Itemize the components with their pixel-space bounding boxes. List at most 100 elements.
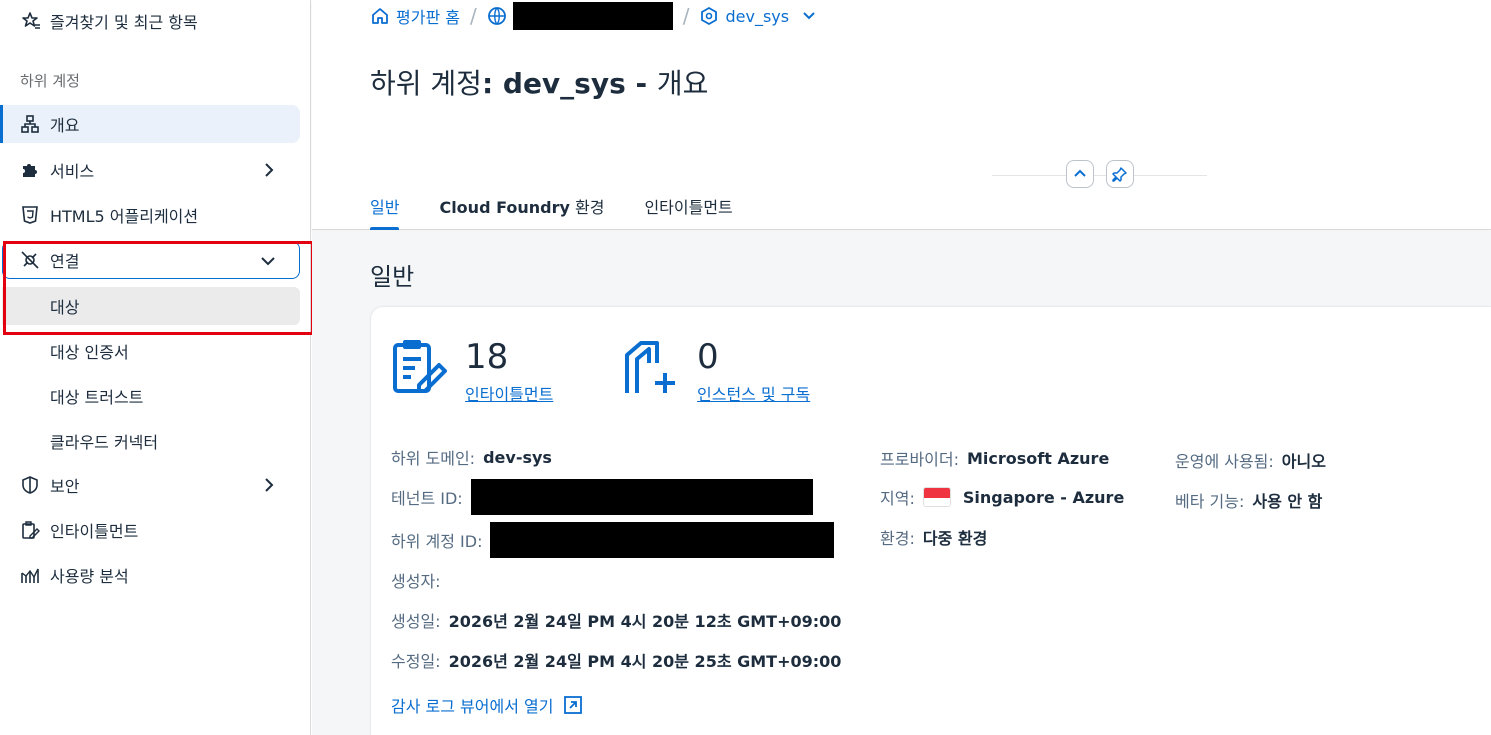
field-label: 지역:: [880, 489, 915, 508]
puzzle-icon: [20, 160, 40, 180]
tab-cf-bold: Cloud Foundry: [439, 198, 570, 217]
chevron-right-icon: [265, 163, 274, 177]
tab-bar: 일반 Cloud Foundry 환경 인타이틀먼트: [370, 190, 773, 230]
field-label: 수정일:: [391, 652, 441, 671]
sidebar-item-entitlements[interactable]: 인타이틀먼트: [0, 511, 300, 549]
breadcrumb-subaccount[interactable]: dev_sys: [725, 7, 789, 26]
pin-header-button[interactable]: [1106, 160, 1134, 188]
entitlement-clipboard-icon: [393, 340, 447, 393]
kpi-instances: 0 인스턴스 및 구독: [621, 337, 810, 405]
sidebar-item-usage-analytics[interactable]: 사용량 분석: [0, 556, 300, 594]
general-card: 18 인타이틀먼트 0 인스턴스 및 구독 하위 도메인: dev-sys 테넌…: [371, 307, 1491, 735]
field-provider: 프로바이더: Microsoft Azure: [880, 446, 1109, 470]
field-tenant-id: 테넌트 ID:: [391, 479, 813, 515]
field-subdomain: 하위 도메인: dev-sys: [391, 445, 552, 469]
field-label: 생성자:: [391, 572, 441, 591]
subaccount-icon: [699, 6, 719, 26]
field-label: 환경:: [880, 529, 915, 548]
header-divider: [992, 175, 1207, 176]
sidebar-item-label: 보안: [50, 477, 80, 496]
sidebar: 즐겨찾기 및 최근 항목 하위 계정 개요 서비스 HTML5 어플리케이션 연…: [0, 0, 311, 735]
chevron-down-icon: [261, 257, 275, 266]
kpi-instances-link[interactable]: 인스턴스 및 구독: [697, 381, 810, 405]
chevron-up-icon: [1074, 169, 1086, 177]
audit-log-link[interactable]: 감사 로그 뷰어에서 열기: [391, 693, 583, 717]
field-label: 운영에 사용됨:: [1175, 452, 1274, 471]
field-modified: 수정일: 2026년 2월 24일 PM 4시 20분 25초 GMT+09:0…: [391, 648, 841, 672]
sidebar-subitem-destination-trust[interactable]: 대상 트러스트: [0, 377, 300, 415]
sidebar-item-html5[interactable]: HTML5 어플리케이션: [0, 196, 300, 234]
connection-icon: [20, 250, 40, 270]
shield-icon: [20, 475, 40, 495]
field-value: dev-sys: [483, 447, 552, 467]
sidebar-subitem-destinations[interactable]: 대상: [2, 287, 300, 325]
sidebar-item-connectivity[interactable]: 연결: [2, 241, 300, 279]
field-value: 2026년 2월 24일 PM 4시 20분 25초 GMT+09:00: [448, 652, 842, 671]
sidebar-item-label: 서비스: [50, 162, 95, 181]
html5-icon: [20, 205, 40, 225]
field-environment: 환경: 다중 환경: [880, 525, 987, 549]
page-title-prefix: 하위 계정: [370, 67, 482, 100]
pin-icon: [1112, 167, 1127, 182]
section-title: 일반: [370, 263, 415, 291]
sidebar-item-label: 인타이틀먼트: [50, 522, 139, 541]
favorites-and-recent[interactable]: 즐겨찾기 및 최근 항목: [20, 8, 198, 34]
star-list-icon: [20, 10, 42, 32]
main-content: 일반 18 인타이틀먼트 0 인스턴스 및 구독 하위 도메인: dev-sys…: [312, 231, 1491, 735]
field-created: 생성일: 2026년 2월 24일 PM 4시 20분 12초 GMT+09:0…: [391, 608, 841, 632]
sidebar-item-services[interactable]: 서비스: [0, 151, 300, 189]
kpi-entitlements-link[interactable]: 인타이틀먼트: [465, 381, 553, 405]
field-value: 아니오: [1281, 452, 1326, 471]
analytics-icon: [20, 565, 40, 585]
home-icon: [370, 6, 390, 26]
kpi-instances-value: 0: [697, 337, 719, 377]
sidebar-item-security[interactable]: 보안: [0, 466, 300, 504]
hierarchy-icon: [20, 114, 40, 134]
page-title-name: : dev_sys -: [481, 67, 657, 100]
collapse-header-button[interactable]: [1066, 160, 1094, 188]
redacted-tenant-id: [470, 479, 813, 515]
open-external-icon: [564, 696, 583, 714]
sidebar-section-label: 하위 계정: [20, 72, 80, 90]
field-label: 베타 기능:: [1175, 492, 1245, 511]
sidebar-subitem-cloud-connectors[interactable]: 클라우드 커넥터: [0, 422, 300, 460]
field-label: 테넌트 ID:: [391, 489, 463, 508]
page-header: 평가판 홈 / / dev_sys 하위 계정: dev_sys - 개요 일반…: [312, 0, 1491, 230]
field-value: Microsoft Azure: [967, 448, 1110, 468]
breadcrumb-home[interactable]: 평가판 홈: [396, 4, 460, 28]
field-beta: 베타 기능: 사용 안 함: [1175, 488, 1322, 512]
sidebar-subitem-destination-certificates[interactable]: 대상 인증서: [0, 332, 300, 370]
field-value: Singapore - Azure: [962, 487, 1125, 507]
breadcrumb-separator: /: [469, 4, 477, 28]
instances-add-icon: [625, 341, 675, 393]
redacted-subaccount-id: [490, 522, 835, 558]
breadcrumb: 평가판 홈 / / dev_sys: [370, 2, 817, 30]
singapore-flag-icon: [922, 487, 951, 507]
sidebar-item-label: 사용량 분석: [50, 567, 129, 586]
tab-general[interactable]: 일반: [370, 190, 400, 230]
sidebar-item-label: HTML5 어플리케이션: [50, 207, 199, 226]
field-production: 운영에 사용됨: 아니오: [1175, 448, 1326, 472]
field-value: 다중 환경: [922, 529, 988, 548]
sidebar-item-overview[interactable]: 개요: [0, 105, 300, 143]
field-label: 하위 계정 ID:: [391, 532, 483, 551]
field-label: 하위 도메인:: [391, 449, 476, 468]
field-region: 지역: Singapore - Azure: [880, 485, 1124, 509]
field-label: 생성일:: [391, 612, 441, 631]
favorites-label: 즐겨찾기 및 최근 항목: [50, 13, 198, 32]
sidebar-item-label: 개요: [50, 116, 80, 135]
chevron-down-icon[interactable]: [801, 8, 817, 24]
tab-entitlements[interactable]: 인타이틀먼트: [644, 190, 732, 230]
field-value: 사용 안 함: [1252, 492, 1323, 511]
page-title-suffix: 개요: [656, 67, 709, 100]
field-subaccount-id: 하위 계정 ID:: [391, 522, 835, 558]
breadcrumb-separator: /: [682, 4, 690, 28]
tab-cf-rest: 환경: [569, 198, 605, 217]
redacted-global-account: [512, 2, 673, 30]
chevron-right-icon: [265, 478, 274, 492]
globe-icon: [487, 6, 507, 26]
kpi-entitlements: 18 인타이틀먼트: [389, 337, 553, 405]
tab-cloud-foundry[interactable]: Cloud Foundry 환경: [439, 190, 604, 230]
field-label: 프로바이더:: [880, 450, 959, 469]
page-title: 하위 계정: dev_sys - 개요: [370, 62, 708, 102]
